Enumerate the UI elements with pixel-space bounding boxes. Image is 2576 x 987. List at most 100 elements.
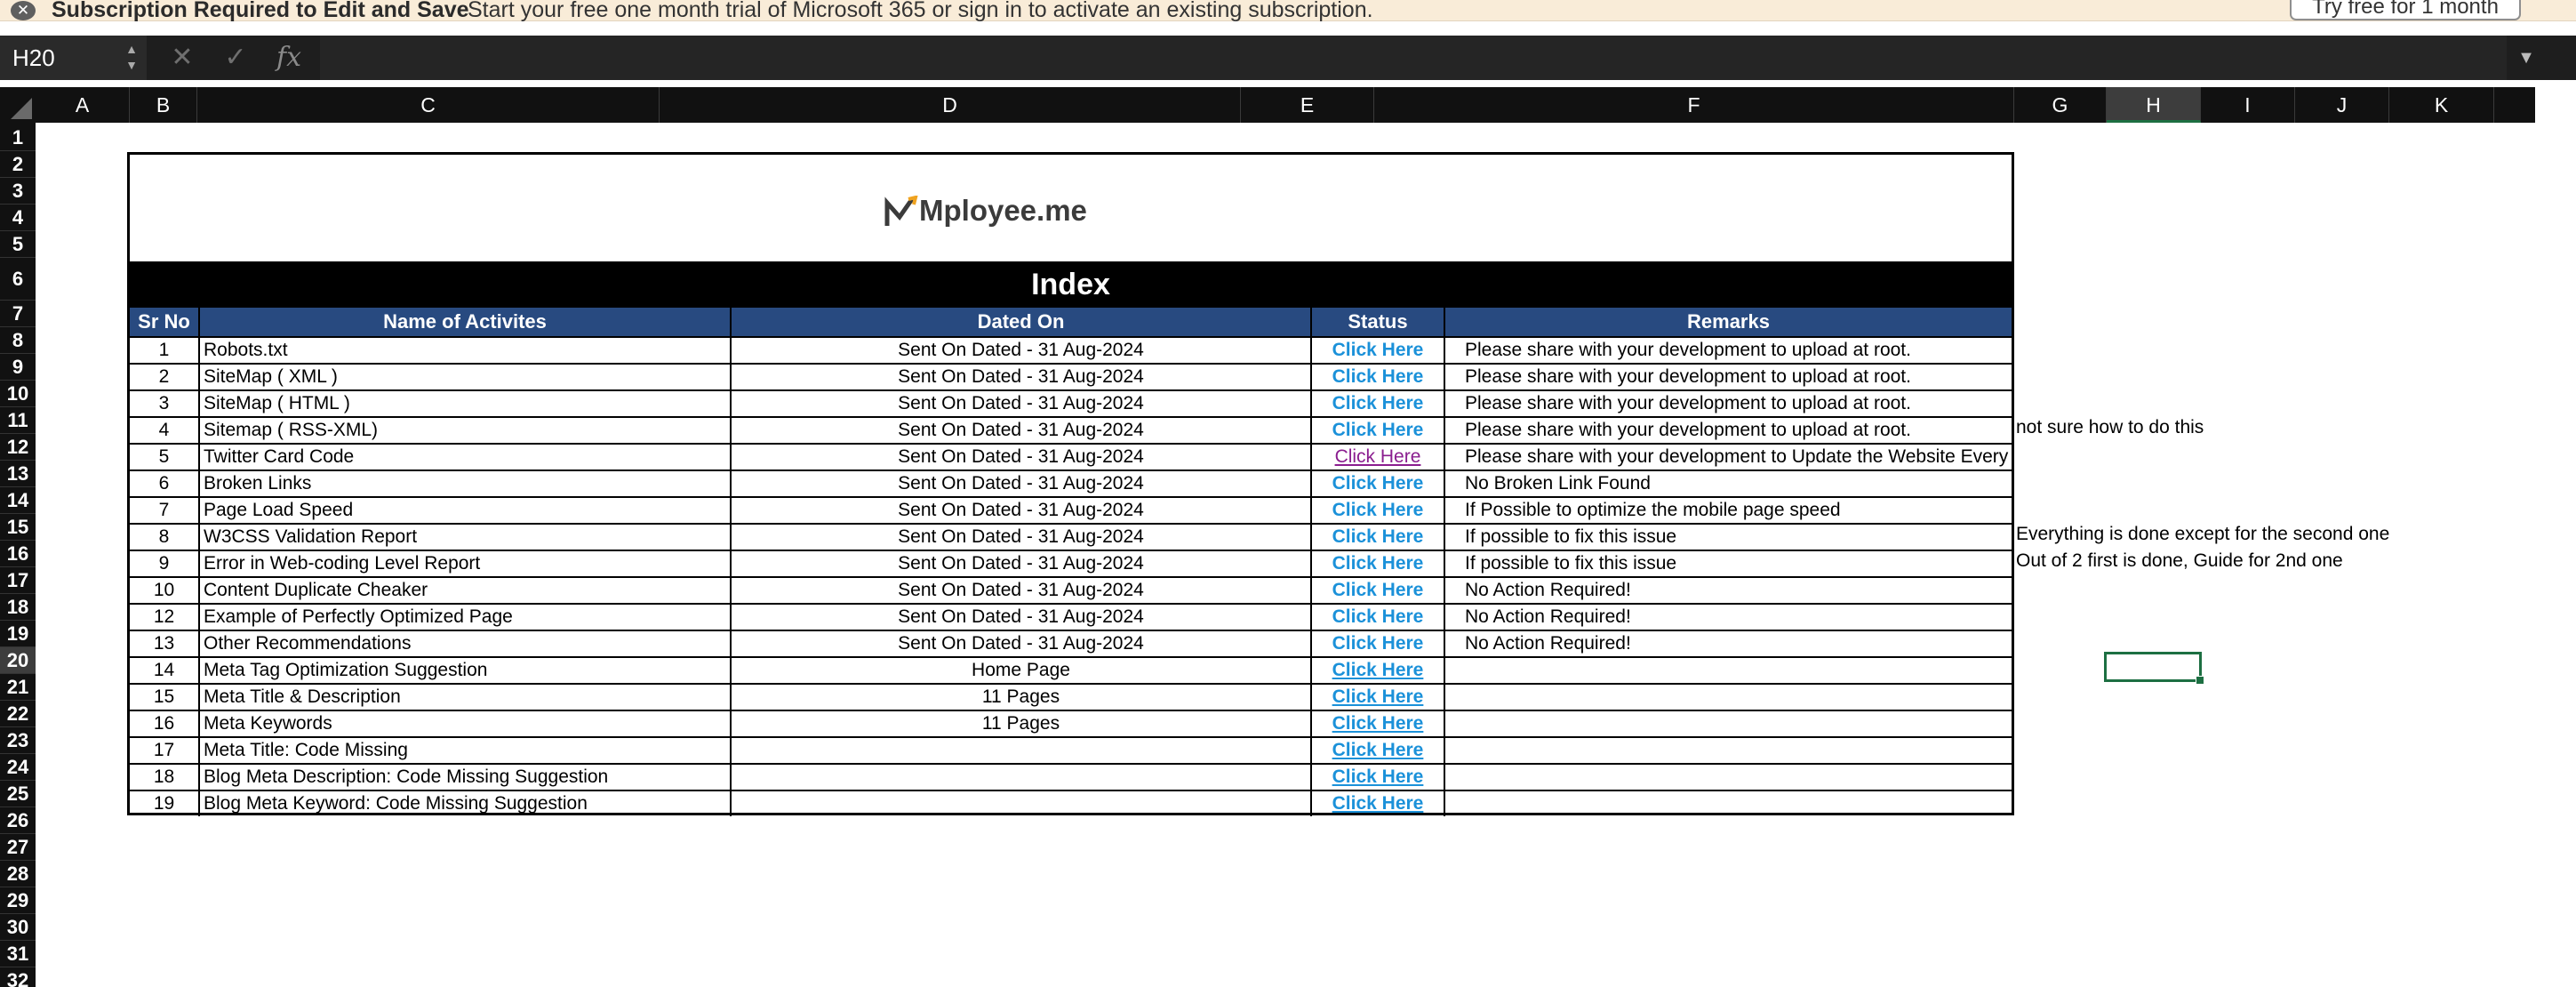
row-header-12[interactable]: 12 — [0, 434, 36, 461]
row-header-23[interactable]: 23 — [0, 727, 36, 754]
status-link[interactable]: Click Here — [1312, 471, 1445, 496]
status-link[interactable]: Click Here — [1312, 791, 1445, 816]
cell-activity-name: Example of Perfectly Optimized Page — [200, 605, 732, 630]
cell-activity-name: Blog Meta Keyword: Code Missing Suggesti… — [200, 791, 732, 816]
row-header-26[interactable]: 26 — [0, 807, 36, 834]
row-header-30[interactable]: 30 — [0, 914, 36, 941]
cell-dated-on: Sent On Dated - 31 Aug-2024 — [732, 605, 1312, 630]
cell-sr-no: 13 — [130, 631, 200, 656]
row-header-20[interactable]: 20 — [0, 647, 36, 674]
notice-message: Start your free one month trial of Micro… — [468, 0, 1373, 22]
column-header-f[interactable]: F — [1374, 87, 2014, 123]
row-header-2[interactable]: 2 — [0, 151, 36, 178]
side-note-row-11: not sure how to do this — [2016, 417, 2204, 437]
status-link[interactable]: Click Here — [1312, 765, 1445, 790]
status-link[interactable]: Click Here — [1312, 498, 1445, 523]
cell-remarks: Please share with your development to Up… — [1465, 446, 2012, 467]
row-header-31[interactable]: 31 — [0, 941, 36, 967]
row-header-17[interactable]: 17 — [0, 567, 36, 594]
row-header-16[interactable]: 16 — [0, 541, 36, 567]
row-header-13[interactable]: 13 — [0, 461, 36, 487]
row-header-10[interactable]: 10 — [0, 381, 36, 407]
table-row: 19 Blog Meta Keyword: Code Missing Sugges… — [130, 790, 2012, 816]
chevron-down-icon[interactable]: ▼ — [2508, 36, 2544, 80]
status-link[interactable]: Click Here — [1312, 445, 1445, 469]
status-link[interactable]: Click Here — [1312, 391, 1445, 416]
row-header-1[interactable]: 1 — [0, 124, 36, 151]
column-header-h[interactable]: H — [2107, 87, 2201, 123]
column-header-b[interactable]: B — [130, 87, 197, 123]
selected-cell-h20[interactable] — [2104, 652, 2204, 685]
cell-dated-on: Sent On Dated - 31 Aug-2024 — [732, 338, 1312, 363]
row-header-3[interactable]: 3 — [0, 178, 36, 205]
cell-dated-on — [732, 791, 1312, 816]
confirm-icon[interactable]: ✓ — [218, 36, 253, 80]
row-header-15[interactable]: 15 — [0, 514, 36, 541]
close-icon[interactable]: ✕ — [11, 1, 36, 20]
cell-dated-on: Sent On Dated - 31 Aug-2024 — [732, 391, 1312, 416]
row-header-7[interactable]: 7 — [0, 301, 36, 327]
formula-input[interactable] — [320, 36, 2507, 80]
status-link[interactable]: Click Here — [1312, 551, 1445, 576]
column-header-i[interactable]: I — [2201, 87, 2295, 123]
name-box-stepper-icon[interactable]: ▲ ▼ — [123, 41, 140, 75]
cell-sr-no: 12 — [130, 605, 200, 630]
status-link[interactable]: Click Here — [1312, 365, 1445, 389]
column-header-a[interactable]: A — [36, 87, 130, 123]
row-header-25[interactable]: 25 — [0, 781, 36, 807]
cell-dated-on: Home Page — [732, 658, 1312, 683]
status-link[interactable]: Click Here — [1312, 578, 1445, 603]
row-header-5[interactable]: 5 — [0, 231, 36, 258]
cell-activity-name: Meta Title: Code Missing — [200, 738, 732, 763]
table-row: 10 Content Duplicate Cheaker Sent On Dated… — [130, 576, 2012, 603]
status-link[interactable]: Click Here — [1312, 418, 1445, 443]
cell-remarks — [1445, 685, 2012, 710]
status-link[interactable]: Click Here — [1312, 605, 1445, 630]
status-link[interactable]: Click Here — [1312, 631, 1445, 656]
row-header-21[interactable]: 21 — [0, 674, 36, 701]
cancel-icon[interactable]: ✕ — [164, 36, 200, 80]
subscription-notice-bar: ✕ Subscription Required to Edit and Save… — [0, 0, 2576, 21]
try-free-button[interactable]: Try free for 1 month — [2290, 0, 2521, 20]
row-header-24[interactable]: 24 — [0, 754, 36, 781]
cell-dated-on: Sent On Dated - 31 Aug-2024 — [732, 365, 1312, 389]
row-header-6[interactable]: 6 — [0, 258, 36, 301]
row-header-22[interactable]: 22 — [0, 701, 36, 727]
status-link[interactable]: Click Here — [1312, 338, 1445, 363]
cell-remarks: No Broken Link Found — [1465, 473, 1651, 494]
cell-remarks: Please share with your development to up… — [1465, 366, 1911, 387]
status-link[interactable]: Click Here — [1312, 738, 1445, 763]
column-header-c[interactable]: C — [197, 87, 660, 123]
row-header-28[interactable]: 28 — [0, 861, 36, 887]
status-link[interactable]: Click Here — [1312, 711, 1445, 736]
row-header-19[interactable]: 19 — [0, 621, 36, 647]
table-row: 18 Blog Meta Description: Code Missing Su… — [130, 763, 2012, 790]
logo-mark-icon — [884, 196, 918, 226]
row-header-29[interactable]: 29 — [0, 887, 36, 914]
row-header-9[interactable]: 9 — [0, 354, 36, 381]
status-link[interactable]: Click Here — [1312, 658, 1445, 683]
notice-title: Subscription Required to Edit and Save — [52, 0, 469, 22]
column-header-d[interactable]: D — [660, 87, 1241, 123]
column-header-e[interactable]: E — [1241, 87, 1374, 123]
row-header-14[interactable]: 14 — [0, 487, 36, 514]
row-header-11[interactable]: 11 — [0, 407, 36, 434]
fx-icon[interactable]: fx — [271, 36, 307, 80]
row-header-8[interactable]: 8 — [0, 327, 36, 354]
column-header-j[interactable]: J — [2295, 87, 2389, 123]
cell-activity-name: Broken Links — [200, 471, 732, 496]
column-header-k[interactable]: K — [2389, 87, 2494, 123]
status-link[interactable]: Click Here — [1312, 525, 1445, 550]
row-header-32[interactable]: 32 — [0, 967, 36, 987]
cell-sr-no: 17 — [130, 738, 200, 763]
cell-sr-no: 19 — [130, 791, 200, 816]
select-all-corner[interactable] — [0, 87, 36, 123]
status-link[interactable]: Click Here — [1312, 685, 1445, 710]
row-header-27[interactable]: 27 — [0, 834, 36, 861]
column-header-g[interactable]: G — [2014, 87, 2107, 123]
row-header-18[interactable]: 18 — [0, 594, 36, 621]
row-header-4[interactable]: 4 — [0, 205, 36, 231]
header-status: Status — [1312, 308, 1445, 336]
cell-activity-name: Twitter Card Code — [200, 445, 732, 469]
table-row: 7 Page Load Speed Sent On Dated - 31 Aug-2… — [130, 496, 2012, 523]
